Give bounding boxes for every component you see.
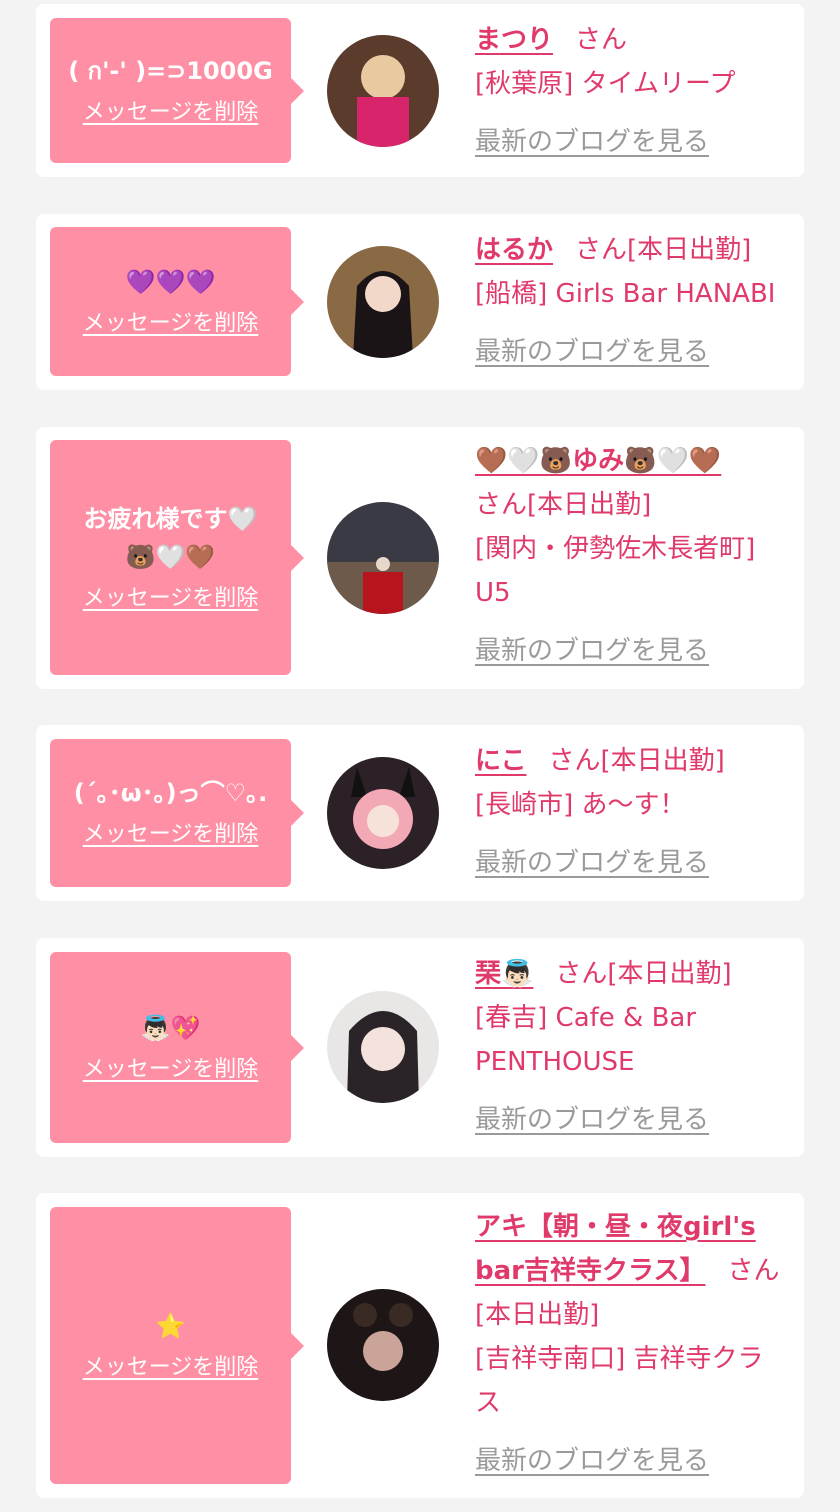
message-text: (´｡･ω･｡)っ⌒♡｡. [73, 779, 268, 807]
blog-link[interactable]: 最新のブログを見る [475, 330, 788, 374]
cast-name-link[interactable]: アキ【朝・昼・夜girl's bar吉祥寺クラス】 [475, 1212, 756, 1286]
cast-name-link[interactable]: 琹👼🏻 [475, 959, 533, 989]
honorific: さん [575, 25, 628, 55]
status-text: [本日出勤] [600, 746, 725, 776]
message-bubble: 👼🏻💖 メッセージを削除 [50, 952, 304, 1143]
cast-info: 🤎🤍🐻ゆみ🐻🤍🤎 さん[本日出勤] [関内・伊勢佐木長者町] U5 最新のブログ… [475, 439, 788, 673]
avatar[interactable] [327, 1289, 439, 1401]
avatar[interactable] [327, 246, 439, 358]
avatar[interactable] [327, 757, 439, 869]
favorite-card: 💜💜💜 メッセージを削除 はるか さん[本日出勤] [船橋] Girls Bar … [36, 214, 804, 390]
message-bubble: 💜💜💜 メッセージを削除 [50, 227, 304, 376]
shop-text: [船橋] Girls Bar HANABI [475, 279, 776, 309]
status-text: [本日出勤] [627, 235, 752, 265]
favorite-card: (´｡･ω･｡)っ⌒♡｡. メッセージを削除 にこ さん[本日出勤] [長崎市] … [36, 725, 804, 901]
cast-info: はるか さん[本日出勤] [船橋] Girls Bar HANABI 最新のブログ… [475, 228, 788, 374]
message-bubble: ( ก'-' )=⊃1000G メッセージを削除 [50, 18, 304, 163]
honorific: さん [727, 1256, 780, 1286]
message-text: ( ก'-' )=⊃1000G [68, 56, 273, 85]
delete-message-link[interactable]: メッセージを削除 [83, 307, 259, 341]
blog-link[interactable]: 最新のブログを見る [475, 1098, 788, 1142]
shop-text: [長崎市] あ～す！ [475, 790, 686, 820]
favorite-card: ( ก'-' )=⊃1000G メッセージを削除 まつり さん [秋葉原] タイム… [36, 4, 804, 177]
cast-info: にこ さん[本日出勤] [長崎市] あ～す！ 最新のブログを見る [475, 739, 788, 885]
honorific: さん [575, 235, 628, 265]
cast-info: 琹👼🏻 さん[本日出勤] [春吉] Cafe & Bar PENTHOUSE 最新… [475, 952, 788, 1142]
status-text: [本日出勤] [527, 490, 652, 520]
blog-link[interactable]: 最新のブログを見る [475, 120, 788, 164]
cast-info: アキ【朝・昼・夜girl's bar吉祥寺クラス】 さん [本日出勤] [吉祥寺南口… [475, 1205, 788, 1483]
status-text: [本日出勤] [607, 959, 732, 989]
cast-name-link[interactable]: 🤎🤍🐻ゆみ🐻🤍🤎 [475, 446, 721, 476]
message-text: 💜💜💜 [125, 267, 216, 296]
cast-info: まつり さん [秋葉原] タイムリープ 最新のブログを見る [475, 18, 788, 164]
blog-link[interactable]: 最新のブログを見る [475, 629, 788, 673]
honorific: さん [548, 746, 601, 776]
delete-message-link[interactable]: メッセージを削除 [83, 1351, 259, 1385]
delete-message-link[interactable]: メッセージを削除 [83, 818, 259, 852]
blog-link[interactable]: 最新のブログを見る [475, 1439, 788, 1483]
shop-text: [関内・伊勢佐木長者町] U5 [475, 534, 756, 608]
honorific: さん [555, 959, 608, 989]
message-text: お疲れ様です🤍 🐻🤍🤎 [83, 504, 258, 571]
cast-name-link[interactable]: にこ [475, 746, 526, 776]
avatar[interactable] [327, 35, 439, 147]
favorite-card: ⭐ メッセージを削除 アキ【朝・昼・夜girl's bar吉祥寺クラス】 さん [本… [36, 1193, 804, 1498]
honorific: さん [475, 490, 528, 520]
cast-name-link[interactable]: まつり [475, 25, 553, 55]
message-bubble: お疲れ様です🤍 🐻🤍🤎 メッセージを削除 [50, 440, 304, 675]
favorite-card: 👼🏻💖 メッセージを削除 琹👼🏻 さん[本日出勤] [春吉] Cafe & Bar… [36, 938, 804, 1157]
message-bubble: (´｡･ω･｡)っ⌒♡｡. メッセージを削除 [50, 739, 304, 887]
delete-message-link[interactable]: メッセージを削除 [83, 1053, 259, 1087]
favorite-card: お疲れ様です🤍 🐻🤍🤎 メッセージを削除 🤎🤍🐻ゆみ🐻🤍🤎 さん[本日出勤] [… [36, 427, 804, 689]
blog-link[interactable]: 最新のブログを見る [475, 841, 788, 885]
delete-message-link[interactable]: メッセージを削除 [83, 96, 259, 130]
delete-message-link[interactable]: メッセージを削除 [83, 582, 259, 616]
avatar[interactable] [327, 502, 439, 614]
cast-name-link[interactable]: はるか [475, 235, 553, 265]
shop-text: [秋葉原] タイムリープ [475, 69, 736, 99]
shop-text: [春吉] Cafe & Bar PENTHOUSE [475, 1003, 697, 1077]
message-text: ⭐ [155, 1311, 186, 1340]
shop-text: [吉祥寺南口] 吉祥寺クラス [475, 1344, 764, 1418]
message-text: 👼🏻💖 [140, 1013, 201, 1042]
status-text: [本日出勤] [475, 1300, 600, 1330]
avatar[interactable] [327, 991, 439, 1103]
message-bubble: ⭐ メッセージを削除 [50, 1207, 304, 1484]
